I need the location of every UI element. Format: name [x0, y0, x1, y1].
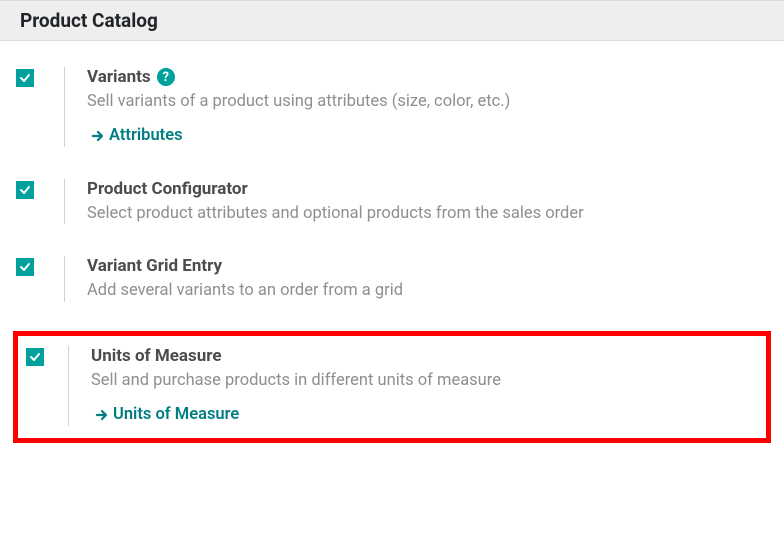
setting-content: Variant Grid Entry Add several variants … [87, 256, 768, 301]
title-line: Variant Grid Entry [87, 256, 768, 276]
attributes-link[interactable]: Attributes [87, 126, 183, 145]
check-icon [19, 261, 31, 273]
setting-desc: Sell and purchase products in different … [91, 370, 758, 391]
divider [64, 256, 65, 301]
arrow-right-icon [91, 129, 105, 143]
check-icon [19, 184, 31, 196]
checkbox-uom[interactable] [26, 348, 44, 366]
link-label: Units of Measure [113, 405, 239, 424]
setting-row-uom: Units of Measure Sell and purchase produ… [16, 334, 768, 440]
link-row: Attributes [87, 126, 768, 147]
setting-content: Product Configurator Select product attr… [87, 179, 768, 224]
checkbox-grid[interactable] [16, 258, 34, 276]
setting-row-variants: Variants ? Sell variants of a product us… [16, 67, 768, 147]
link-label: Attributes [109, 126, 183, 145]
link-row: Units of Measure [91, 405, 758, 426]
title-line: Variants ? [87, 67, 768, 87]
title-line: Units of Measure [91, 346, 758, 366]
checkbox-configurator[interactable] [16, 181, 34, 199]
setting-title: Product Configurator [87, 179, 248, 199]
setting-content: Units of Measure Sell and purchase produ… [91, 346, 758, 426]
section-title: Product Catalog [20, 9, 764, 32]
settings-body: Variants ? Sell variants of a product us… [0, 41, 784, 460]
arrow-right-icon [95, 408, 109, 422]
checkbox-wrap [16, 67, 42, 87]
settings-page: Product Catalog Variants ? Sell variants… [0, 0, 784, 538]
setting-title: Variants [87, 67, 151, 87]
checkbox-variants[interactable] [16, 69, 34, 87]
checkbox-wrap [16, 179, 42, 199]
check-icon [29, 351, 41, 363]
check-icon [19, 72, 31, 84]
uom-link[interactable]: Units of Measure [91, 405, 239, 424]
divider [64, 67, 65, 147]
setting-title: Variant Grid Entry [87, 256, 222, 276]
divider [64, 179, 65, 224]
help-icon[interactable]: ? [157, 68, 175, 86]
divider [68, 346, 69, 426]
setting-title: Units of Measure [91, 346, 222, 366]
setting-row-configurator: Product Configurator Select product attr… [16, 179, 768, 224]
setting-desc: Select product attributes and optional p… [87, 203, 768, 224]
title-line: Product Configurator [87, 179, 768, 199]
setting-desc: Sell variants of a product using attribu… [87, 91, 768, 112]
setting-row-grid: Variant Grid Entry Add several variants … [16, 256, 768, 301]
checkbox-wrap [16, 256, 42, 276]
setting-desc: Add several variants to an order from a … [87, 280, 768, 301]
section-header: Product Catalog [0, 0, 784, 41]
checkbox-wrap [26, 346, 52, 366]
setting-content: Variants ? Sell variants of a product us… [87, 67, 768, 147]
